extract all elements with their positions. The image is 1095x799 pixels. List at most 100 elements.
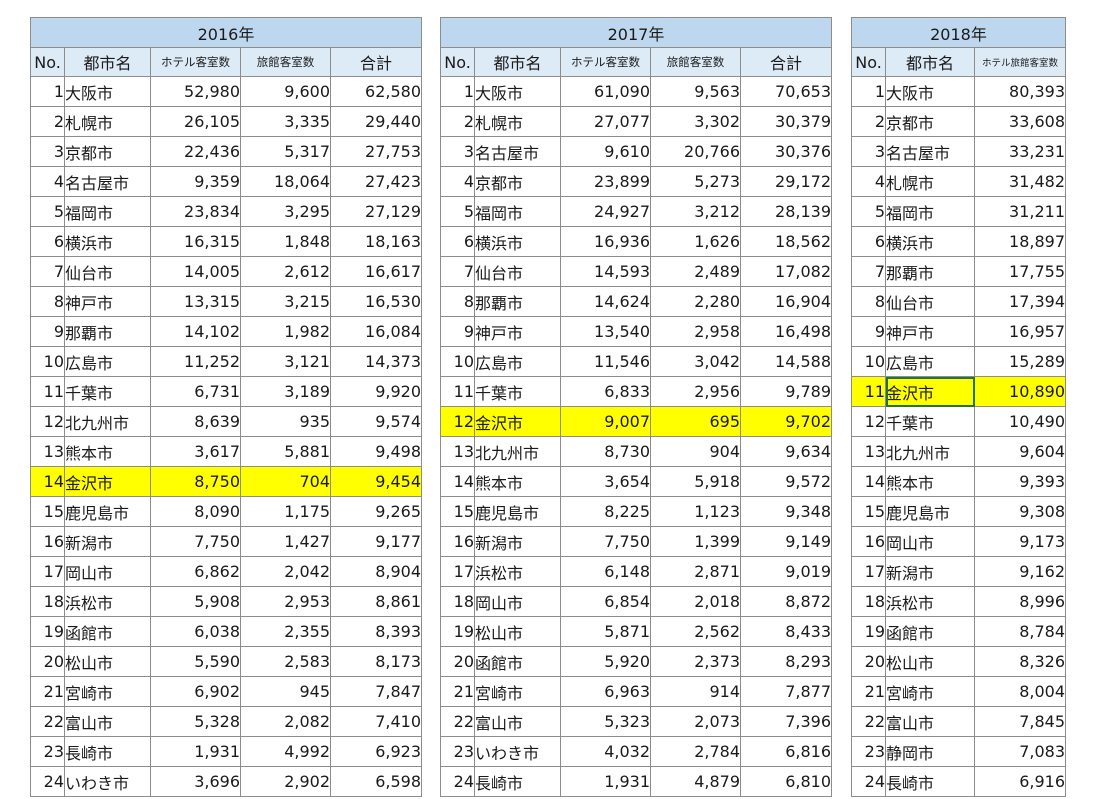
city-name-cell[interactable]: 名古屋市 (885, 136, 975, 167)
total-rooms-cell[interactable]: 7,847 (330, 676, 422, 707)
total-rooms-cell[interactable]: 31,482 (974, 166, 1066, 197)
hotel-rooms-cell[interactable]: 13,540 (560, 316, 651, 347)
row-number-cell[interactable]: 1 (30, 76, 65, 107)
total-rooms-cell[interactable]: 9,019 (740, 556, 832, 587)
total-rooms-cell[interactable]: 9,604 (974, 436, 1066, 467)
total-rooms-cell[interactable]: 7,410 (330, 706, 422, 737)
total-rooms-cell[interactable]: 29,172 (740, 166, 832, 197)
year-header[interactable]: 2016年 (30, 17, 422, 48)
total-rooms-cell[interactable]: 14,588 (740, 346, 832, 377)
total-rooms-cell[interactable]: 8,173 (330, 646, 422, 677)
row-number-cell[interactable]: 8 (440, 286, 475, 317)
city-name-cell[interactable]: 京都市 (474, 166, 561, 197)
city-name-cell[interactable]: 広島市 (64, 346, 151, 377)
row-number-cell[interactable]: 18 (440, 586, 475, 617)
city-name-cell[interactable]: 仙台市 (64, 256, 151, 287)
city-name-cell[interactable]: 金沢市 (885, 376, 975, 407)
ryokan-rooms-cell[interactable]: 3,302 (650, 106, 741, 137)
hotel-rooms-cell[interactable]: 6,038 (150, 616, 241, 647)
row-number-cell[interactable]: 24 (851, 766, 886, 797)
city-name-cell[interactable]: 新潟市 (64, 526, 151, 557)
city-name-cell[interactable]: 福岡市 (474, 196, 561, 227)
hotel-rooms-cell[interactable]: 22,436 (150, 136, 241, 167)
row-number-cell[interactable]: 19 (30, 616, 65, 647)
row-number-cell[interactable]: 14 (30, 466, 65, 497)
ryokan-rooms-cell[interactable]: 3,335 (240, 106, 331, 137)
city-name-cell[interactable]: 鹿児島市 (885, 496, 975, 527)
row-number-cell[interactable]: 2 (851, 106, 886, 137)
ryokan-rooms-cell[interactable]: 695 (650, 406, 741, 437)
row-number-cell[interactable]: 5 (851, 196, 886, 227)
row-number-cell[interactable]: 13 (851, 436, 886, 467)
row-number-cell[interactable]: 10 (851, 346, 886, 377)
ryokan-rooms-cell[interactable]: 1,427 (240, 526, 331, 557)
hotel-rooms-cell[interactable]: 6,833 (560, 376, 651, 407)
hotel-rooms-cell[interactable]: 8,090 (150, 496, 241, 527)
column-header-no[interactable]: No. (30, 47, 65, 77)
total-rooms-cell[interactable]: 9,265 (330, 496, 422, 527)
total-rooms-cell[interactable]: 17,394 (974, 286, 1066, 317)
row-number-cell[interactable]: 3 (30, 136, 65, 167)
total-rooms-cell[interactable]: 9,789 (740, 376, 832, 407)
row-number-cell[interactable]: 15 (851, 496, 886, 527)
column-header-no[interactable]: No. (851, 47, 886, 77)
ryokan-rooms-cell[interactable]: 9,563 (650, 76, 741, 107)
total-rooms-cell[interactable]: 7,396 (740, 706, 832, 737)
city-name-cell[interactable]: 富山市 (64, 706, 151, 737)
row-number-cell[interactable]: 18 (851, 586, 886, 617)
row-number-cell[interactable]: 20 (851, 646, 886, 677)
column-header-total[interactable]: 合計 (740, 47, 832, 77)
city-name-cell[interactable]: 横浜市 (474, 226, 561, 257)
hotel-rooms-cell[interactable]: 5,323 (560, 706, 651, 737)
city-name-cell[interactable]: 横浜市 (885, 226, 975, 257)
column-header-city[interactable]: 都市名 (885, 47, 975, 77)
ryokan-rooms-cell[interactable]: 1,982 (240, 316, 331, 347)
row-number-cell[interactable]: 16 (30, 526, 65, 557)
hotel-rooms-cell[interactable]: 14,102 (150, 316, 241, 347)
hotel-rooms-cell[interactable]: 9,007 (560, 406, 651, 437)
city-name-cell[interactable]: いわき市 (64, 766, 151, 797)
city-name-cell[interactable]: 長崎市 (885, 766, 975, 797)
row-number-cell[interactable]: 8 (851, 286, 886, 317)
total-rooms-cell[interactable]: 6,598 (330, 766, 422, 797)
ryokan-rooms-cell[interactable]: 9,600 (240, 76, 331, 107)
total-rooms-cell[interactable]: 27,423 (330, 166, 422, 197)
city-name-cell[interactable]: 千葉市 (474, 376, 561, 407)
row-number-cell[interactable]: 1 (851, 76, 886, 107)
total-rooms-cell[interactable]: 9,308 (974, 496, 1066, 527)
ryokan-rooms-cell[interactable]: 20,766 (650, 136, 741, 167)
hotel-rooms-cell[interactable]: 1,931 (560, 766, 651, 797)
total-rooms-cell[interactable]: 9,162 (974, 556, 1066, 587)
hotel-rooms-cell[interactable]: 6,963 (560, 676, 651, 707)
total-rooms-cell[interactable]: 16,498 (740, 316, 832, 347)
column-header-ryokan-rooms[interactable]: 旅館客室数 (240, 47, 331, 77)
total-rooms-cell[interactable]: 9,920 (330, 376, 422, 407)
column-header-city[interactable]: 都市名 (474, 47, 561, 77)
total-rooms-cell[interactable]: 8,996 (974, 586, 1066, 617)
ryokan-rooms-cell[interactable]: 2,355 (240, 616, 331, 647)
hotel-rooms-cell[interactable]: 8,639 (150, 406, 241, 437)
city-name-cell[interactable]: 北九州市 (885, 436, 975, 467)
row-number-cell[interactable]: 13 (440, 436, 475, 467)
total-rooms-cell[interactable]: 27,129 (330, 196, 422, 227)
city-name-cell[interactable]: 京都市 (64, 136, 151, 167)
total-rooms-cell[interactable]: 62,580 (330, 76, 422, 107)
hotel-rooms-cell[interactable]: 8,730 (560, 436, 651, 467)
hotel-rooms-cell[interactable]: 5,920 (560, 646, 651, 677)
hotel-rooms-cell[interactable]: 5,871 (560, 616, 651, 647)
row-number-cell[interactable]: 7 (851, 256, 886, 287)
total-rooms-cell[interactable]: 9,149 (740, 526, 832, 557)
city-name-cell[interactable]: 函館市 (474, 646, 561, 677)
total-rooms-cell[interactable]: 9,177 (330, 526, 422, 557)
column-header-ryokan-rooms[interactable]: 旅館客室数 (650, 47, 741, 77)
hotel-rooms-cell[interactable]: 14,593 (560, 256, 651, 287)
ryokan-rooms-cell[interactable]: 2,373 (650, 646, 741, 677)
row-number-cell[interactable]: 19 (440, 616, 475, 647)
hotel-rooms-cell[interactable]: 11,546 (560, 346, 651, 377)
city-name-cell[interactable]: 大阪市 (64, 76, 151, 107)
row-number-cell[interactable]: 23 (851, 736, 886, 767)
city-name-cell[interactable]: 広島市 (885, 346, 975, 377)
total-rooms-cell[interactable]: 10,890 (974, 376, 1066, 407)
column-header-no[interactable]: No. (440, 47, 475, 77)
row-number-cell[interactable]: 12 (440, 406, 475, 437)
